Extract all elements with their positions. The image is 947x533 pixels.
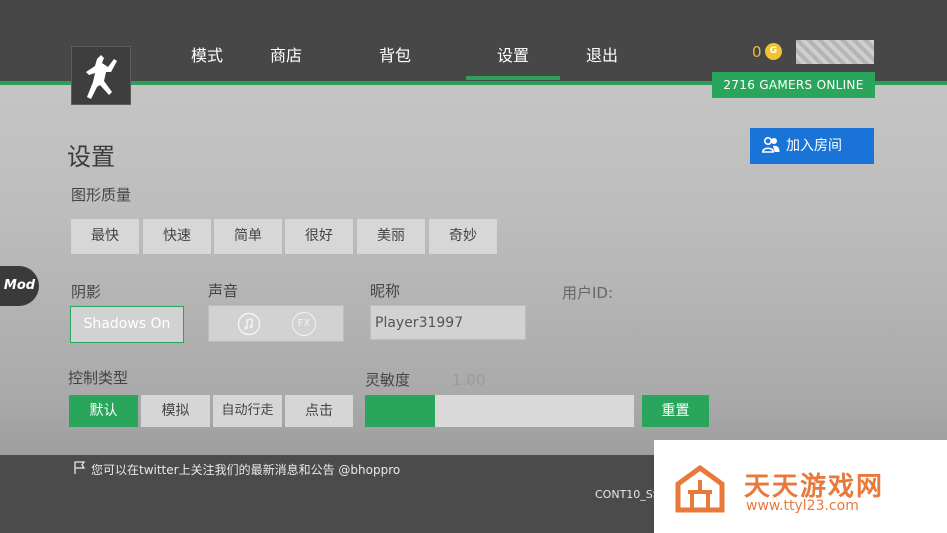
player-avatar[interactable]: [71, 46, 131, 105]
nav-settings[interactable]: 设置: [497, 42, 529, 66]
music-icon[interactable]: [237, 312, 261, 336]
player-silhouette-icon: [86, 55, 117, 99]
shadow-label: 阴影: [71, 283, 102, 301]
control-type-label: 控制类型: [68, 369, 129, 387]
sensitivity-slider[interactable]: [365, 395, 634, 427]
sensitivity-label: 灵敏度: [365, 371, 411, 389]
sensitivity-fill: [365, 395, 435, 427]
nav-exit[interactable]: 退出: [586, 42, 618, 66]
username-blurred: [796, 40, 874, 64]
flag-icon: [74, 461, 86, 474]
sound-controls: FX: [208, 305, 344, 342]
sensitivity-value: 1.00: [452, 371, 486, 389]
shadow-toggle[interactable]: Shadows On: [70, 306, 184, 343]
coin-icon: G: [765, 43, 782, 60]
graphics-option-good[interactable]: 很好: [285, 219, 353, 254]
reset-button[interactable]: 重置: [642, 395, 709, 427]
join-room-button[interactable]: 加入房间: [750, 128, 874, 164]
watermark-url: www.ttyl23.com: [746, 498, 859, 514]
nav-backpack[interactable]: 背包: [379, 42, 411, 66]
coin-count: 0: [752, 43, 762, 61]
footer-message: 您可以在twitter上关注我们的最新消息和公告 @bhoppro: [91, 463, 401, 477]
user-id-label: 用户ID:: [562, 284, 614, 302]
users-icon: [762, 137, 780, 153]
watermark-logo-icon: [675, 464, 725, 513]
footer-code: CONT10_SS: [595, 488, 660, 501]
nav-active-indicator: [466, 76, 560, 80]
page-title: 设置: [67, 143, 115, 171]
control-option-click[interactable]: 点击: [285, 395, 353, 427]
fx-icon[interactable]: FX: [292, 312, 316, 336]
nickname-label: 昵称: [370, 282, 401, 300]
graphics-option-fast[interactable]: 快速: [143, 219, 211, 254]
graphics-option-simple[interactable]: 简单: [214, 219, 282, 254]
watermark: 天天游戏网 www.ttyl23.com: [654, 440, 947, 533]
graphics-option-fastest[interactable]: 最快: [71, 219, 139, 254]
online-count-badge: 2716 GAMERS ONLINE: [712, 72, 875, 98]
graphics-quality-label: 图形质量: [71, 186, 132, 204]
control-option-default[interactable]: 默认: [69, 395, 138, 427]
nav-mode[interactable]: 模式: [191, 42, 223, 66]
control-option-auto-walk[interactable]: 自动行走: [213, 395, 282, 427]
graphics-option-fantastic[interactable]: 奇妙: [429, 219, 497, 254]
join-room-label: 加入房间: [786, 138, 842, 154]
mod-floating-button[interactable]: Mod: [0, 266, 39, 306]
sound-label: 声音: [208, 282, 239, 300]
graphics-option-beautiful[interactable]: 美丽: [357, 219, 425, 254]
nav-shop[interactable]: 商店: [270, 42, 302, 66]
nickname-input[interactable]: Player31997: [370, 305, 526, 340]
control-option-simulate[interactable]: 模拟: [141, 395, 210, 427]
